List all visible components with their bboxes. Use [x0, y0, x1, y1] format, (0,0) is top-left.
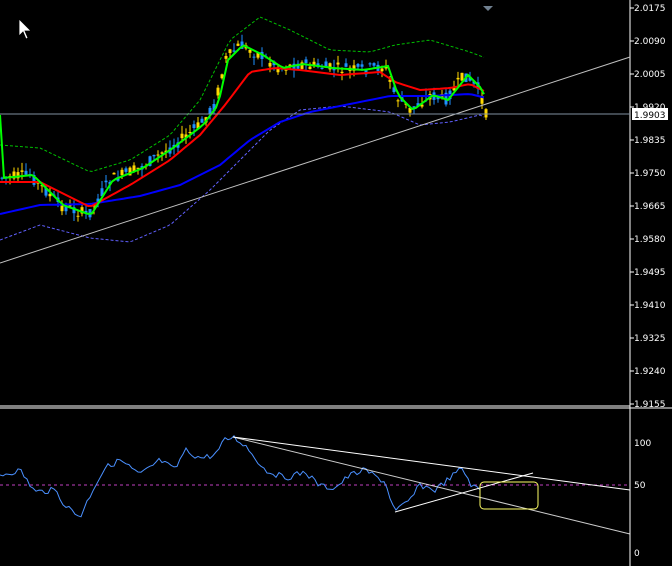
price-label: 1.9495	[634, 268, 666, 278]
candle-body	[368, 63, 372, 65]
candle-body	[220, 74, 224, 79]
candle-body	[224, 56, 228, 59]
candle-body	[396, 100, 400, 102]
price-label: 1.9750	[634, 169, 666, 179]
candle-body	[156, 154, 160, 156]
candle-body	[216, 87, 220, 96]
candle-body	[180, 133, 184, 139]
candle-body	[308, 66, 312, 70]
price-label: 1.9325	[634, 334, 666, 344]
candle-body	[456, 77, 460, 80]
price-label: 1.9835	[634, 136, 666, 146]
current-price-tag: 1.9903	[632, 108, 668, 121]
candle-body	[232, 50, 236, 52]
candle-body	[152, 154, 156, 157]
price-label: 2.0175	[634, 4, 666, 14]
osc-label-0: 0	[634, 549, 640, 559]
candle-body	[268, 62, 272, 67]
candle-body	[320, 67, 324, 69]
candle-body	[120, 169, 124, 176]
candle-body	[20, 170, 24, 172]
candle-body	[228, 49, 232, 53]
candle-body	[112, 172, 116, 175]
candle-body	[372, 63, 376, 66]
candle-body	[124, 168, 128, 172]
current-price-value: 1.9903	[634, 111, 666, 121]
candle-body	[460, 72, 464, 81]
osc-label-100: 100	[634, 439, 651, 449]
candle-body	[24, 170, 28, 175]
candle-body	[192, 124, 196, 129]
candle-body	[188, 131, 192, 133]
candle-body	[200, 118, 204, 123]
candle-body	[380, 68, 384, 72]
price-label: 1.9665	[634, 202, 666, 212]
candle-body	[360, 64, 364, 67]
chart-window[interactable]: 2.01752.00902.00051.99201.98351.97501.96…	[0, 0, 672, 566]
candle-body	[484, 109, 488, 118]
price-label: 2.0005	[634, 70, 666, 80]
candle-body	[304, 59, 308, 64]
candle-body	[104, 180, 108, 183]
candle-body	[340, 71, 344, 73]
price-label: 1.9410	[634, 301, 666, 311]
candle-body	[248, 49, 252, 53]
price-label: 2.0090	[634, 37, 666, 47]
price-label: 1.9240	[634, 367, 666, 377]
candle-body	[356, 64, 360, 67]
osc-label-50: 50	[634, 481, 646, 491]
price-label: 1.9155	[634, 400, 666, 410]
candle-body	[236, 43, 240, 46]
price-label: 1.9580	[634, 235, 666, 245]
candle-body	[252, 56, 256, 58]
candle-body	[344, 63, 348, 67]
candle-body	[76, 215, 80, 217]
chart-background	[0, 0, 672, 566]
candle-body	[336, 62, 340, 65]
